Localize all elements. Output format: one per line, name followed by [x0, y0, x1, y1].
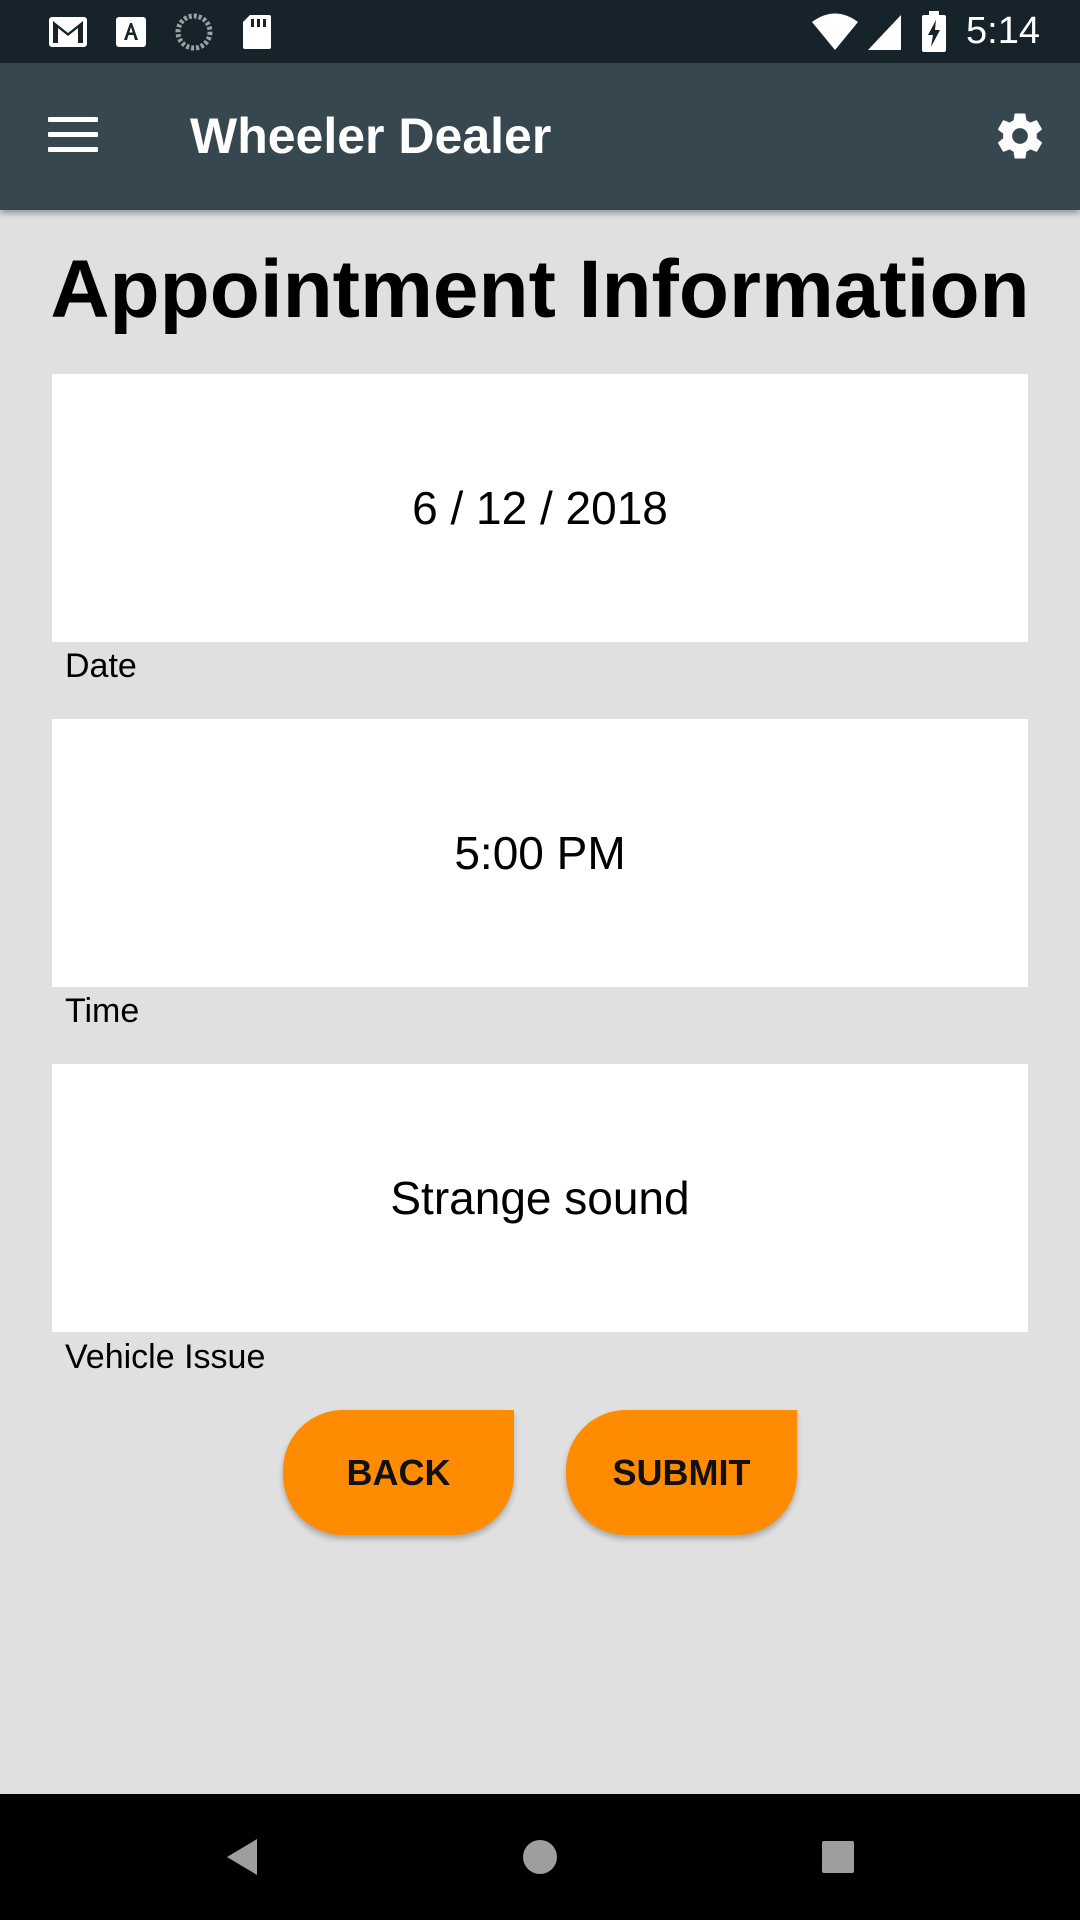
home-circle-icon[interactable]	[510, 1827, 570, 1887]
vehicle-issue-label: Vehicle Issue	[65, 1338, 266, 1376]
recents-square-icon[interactable]	[808, 1827, 868, 1887]
wifi-icon	[810, 12, 860, 52]
date-field[interactable]: 6 / 12 / 2018	[52, 374, 1028, 642]
submit-button[interactable]: SUBMIT	[566, 1410, 797, 1535]
vehicle-issue-field[interactable]: Strange sound	[52, 1064, 1028, 1332]
time-label: Time	[65, 992, 140, 1030]
back-button[interactable]: BACK	[283, 1410, 514, 1535]
signal-icon	[866, 12, 902, 52]
back-triangle-icon[interactable]	[211, 1827, 271, 1887]
navigation-bar	[0, 1794, 1080, 1920]
date-label: Date	[65, 647, 137, 685]
gmail-icon	[48, 12, 88, 52]
sync-icon	[174, 12, 214, 52]
battery-charging-icon	[920, 11, 948, 52]
status-time: 5:14	[966, 10, 1040, 52]
app-bar: Wheeler Dealer	[0, 63, 1080, 210]
time-field[interactable]: 5:00 PM	[52, 719, 1028, 987]
hamburger-menu-icon[interactable]	[40, 110, 105, 160]
app-title: Wheeler Dealer	[190, 108, 552, 164]
page-title: Appointment Information	[50, 244, 1030, 335]
status-bar: 5:14	[0, 0, 1080, 63]
gear-icon[interactable]	[990, 106, 1050, 166]
sd-card-icon	[241, 12, 273, 52]
font-app-icon	[115, 12, 147, 52]
